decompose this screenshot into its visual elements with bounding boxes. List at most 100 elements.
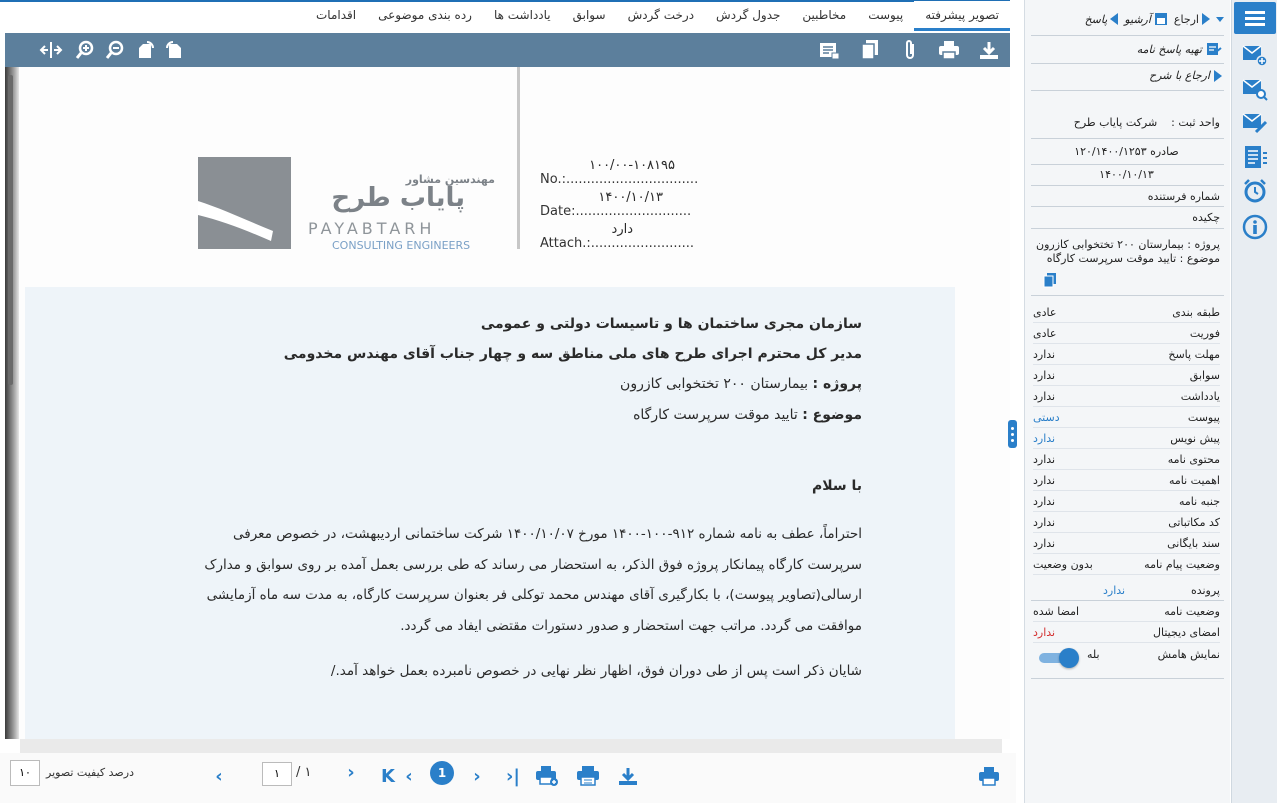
summary-copy-icon[interactable] (1043, 272, 1057, 291)
letter-recipient-org: سازمان مجری ساختمان ها و تاسیسات دولتی و… (480, 316, 862, 332)
divider (1031, 63, 1224, 64)
property-row: وضعیت پیام نامه بدون وضعیت (1033, 555, 1220, 575)
issued-date: ۱۴۰۰/۱۰/۱۳ (1099, 168, 1154, 181)
letter-body-line-2: سرپرست کارگاه پیمانکار پروژه فوق الذکر، … (204, 557, 862, 573)
summary-subject: موضوع : تایید موقت سرپرست کارگاه (1046, 252, 1220, 265)
letter-body-line-5: شایان ذکر است پس از طی دوران فوق، اظهار … (330, 663, 862, 679)
download-icon[interactable] (977, 38, 1001, 62)
divider (1031, 295, 1224, 296)
letter-info-panel: ارجاع آرشیو پاسخ تهیه پاسخ نامه ارجاع با… (1024, 0, 1230, 803)
edit-letter-icon[interactable] (1241, 110, 1269, 136)
tab-flow-tree[interactable]: درخت گردش (617, 1, 705, 31)
copy-icon[interactable] (858, 38, 882, 62)
refer-button[interactable]: ارجاع (1174, 13, 1210, 26)
property-row: کد مکاتباتی ندارد (1033, 513, 1220, 533)
reply-button[interactable]: پاسخ (1085, 13, 1119, 26)
page-number-input[interactable]: ۱ (262, 762, 292, 786)
tab-actions[interactable]: اقدامات (305, 1, 367, 31)
tab-recipients[interactable]: مخاطبین (791, 1, 857, 31)
property-value: ندارد (1033, 537, 1056, 550)
stamp-icon[interactable] (817, 38, 841, 62)
info-icon[interactable] (1241, 214, 1269, 240)
tab-history[interactable]: سوابق (562, 1, 617, 31)
property-value[interactable]: دستی (1033, 411, 1060, 424)
file-link[interactable]: ندارد (1103, 584, 1125, 597)
property-value: ندارد (1033, 474, 1056, 487)
panel-splitter-handle[interactable] (1008, 420, 1017, 448)
arrow-left-icon (1110, 13, 1119, 25)
prev-arrow-icon[interactable]: ‹ (206, 763, 232, 789)
new-letter-icon[interactable] (1241, 42, 1269, 68)
divider (1031, 678, 1224, 679)
letter-body-line-1: احتراماً، عطف به نامه شماره ۹۱۲-۱۰۰-۱۴۰۰… (233, 526, 862, 542)
property-value: ندارد (1033, 495, 1056, 508)
digital-signature-row: امضای دیجیتال ندارد (1033, 623, 1220, 643)
property-value: عادی (1033, 327, 1057, 340)
logo-latin-name: PAYABTARH (308, 219, 436, 238)
letter-attach-label: Attach.:......................... (540, 236, 695, 251)
download-page-icon[interactable] (615, 763, 641, 789)
letter-subject-label: موضوع : (802, 407, 862, 423)
chevron-down-icon[interactable] (1216, 16, 1224, 22)
last-page-icon[interactable]: ›| (500, 763, 526, 789)
letter-list-icon[interactable] (1241, 144, 1269, 170)
archive-button[interactable]: آرشیو (1124, 12, 1168, 26)
zoom-out-icon[interactable] (103, 38, 127, 62)
property-row: طبقه بندی عادی (1033, 303, 1220, 323)
horizontal-scrollbar[interactable] (20, 739, 1002, 753)
property-row: سوابق ندارد (1033, 366, 1220, 386)
show-margin-toggle[interactable] (1039, 648, 1079, 668)
vertical-scrollbar[interactable] (8, 75, 13, 385)
property-row: مهلت پاسخ ندارد (1033, 345, 1220, 365)
next-page-icon[interactable]: › (464, 763, 490, 789)
property-key: سند بایگانی (1167, 537, 1220, 550)
previous-page-icon[interactable]: ‹ (396, 763, 422, 789)
letter-subject-value: تایید موقت سرپرست کارگاه (633, 407, 798, 423)
archive-icon (1154, 13, 1167, 25)
letter-project-line: پروژه : بیمارستان ۲۰۰ تختخوابی کازرون (620, 376, 862, 392)
rotate-left-icon[interactable] (133, 38, 157, 62)
image-quality-label: درصد کیفیت تصویر (46, 766, 134, 779)
property-key: مهلت پاسخ (1168, 348, 1220, 361)
property-value: ندارد (1033, 369, 1056, 382)
tab-flow-table[interactable]: جدول گردش (705, 1, 791, 31)
hamburger-menu-icon[interactable] (1234, 2, 1276, 34)
print-icon[interactable] (937, 38, 961, 62)
next-arrow-icon[interactable]: › (338, 759, 364, 785)
file-row: پرونده ندارد (1103, 583, 1220, 597)
scan-icon[interactable] (575, 763, 601, 789)
property-key: سوابق (1189, 369, 1220, 382)
rotate-right-icon[interactable] (163, 38, 187, 62)
letter-status-row: وضعیت نامه امضا شده (1033, 602, 1220, 622)
company-logo-icon (198, 157, 291, 249)
scanned-letter-image: مهندسین مشاور پایاب طرح PAYABTARH CONSUL… (5, 67, 1010, 739)
image-quality-input[interactable]: ۱۰ (10, 760, 40, 786)
divider (1031, 185, 1224, 186)
arrow-right-icon (1202, 13, 1210, 25)
document-viewer: تصویر پیشرفته پیوست مخاطبین جدول گردش در… (0, 0, 1016, 803)
fit-width-icon[interactable] (39, 38, 63, 62)
property-value[interactable]: ندارد (1033, 432, 1055, 445)
print-page-icon[interactable] (976, 763, 1002, 789)
divider (1031, 164, 1224, 165)
property-key: پیش نویس (1170, 432, 1220, 445)
paperclip-icon[interactable] (898, 38, 922, 62)
divider (1031, 90, 1224, 91)
divider (1031, 228, 1224, 229)
alarm-clock-icon[interactable] (1241, 178, 1269, 204)
scan-add-icon[interactable] (534, 763, 560, 789)
register-unit: واحد ثبت : شرکت پایاب طرح (1073, 116, 1220, 129)
tab-advanced-image[interactable]: تصویر پیشرفته (914, 1, 1010, 31)
tab-notes[interactable]: یادداشت ها (483, 1, 562, 31)
side-rail (1231, 0, 1277, 803)
property-value: ندارد (1033, 453, 1056, 466)
prepare-reply-button[interactable]: تهیه پاسخ نامه (1137, 42, 1222, 56)
refer-with-note-button[interactable]: ارجاع با شرح (1149, 69, 1222, 82)
property-row: جنبه نامه ندارد (1033, 492, 1220, 512)
zoom-in-icon[interactable] (73, 38, 97, 62)
letter-body-line-4: موافقت می گردد. مراتب جهت استحضار و صدور… (400, 618, 862, 634)
page-badge[interactable]: 1 (430, 761, 454, 785)
tab-attachment[interactable]: پیوست (857, 1, 914, 31)
tab-topic-classification[interactable]: رده بندی موضوعی (367, 1, 483, 31)
search-letter-icon[interactable] (1241, 76, 1269, 102)
